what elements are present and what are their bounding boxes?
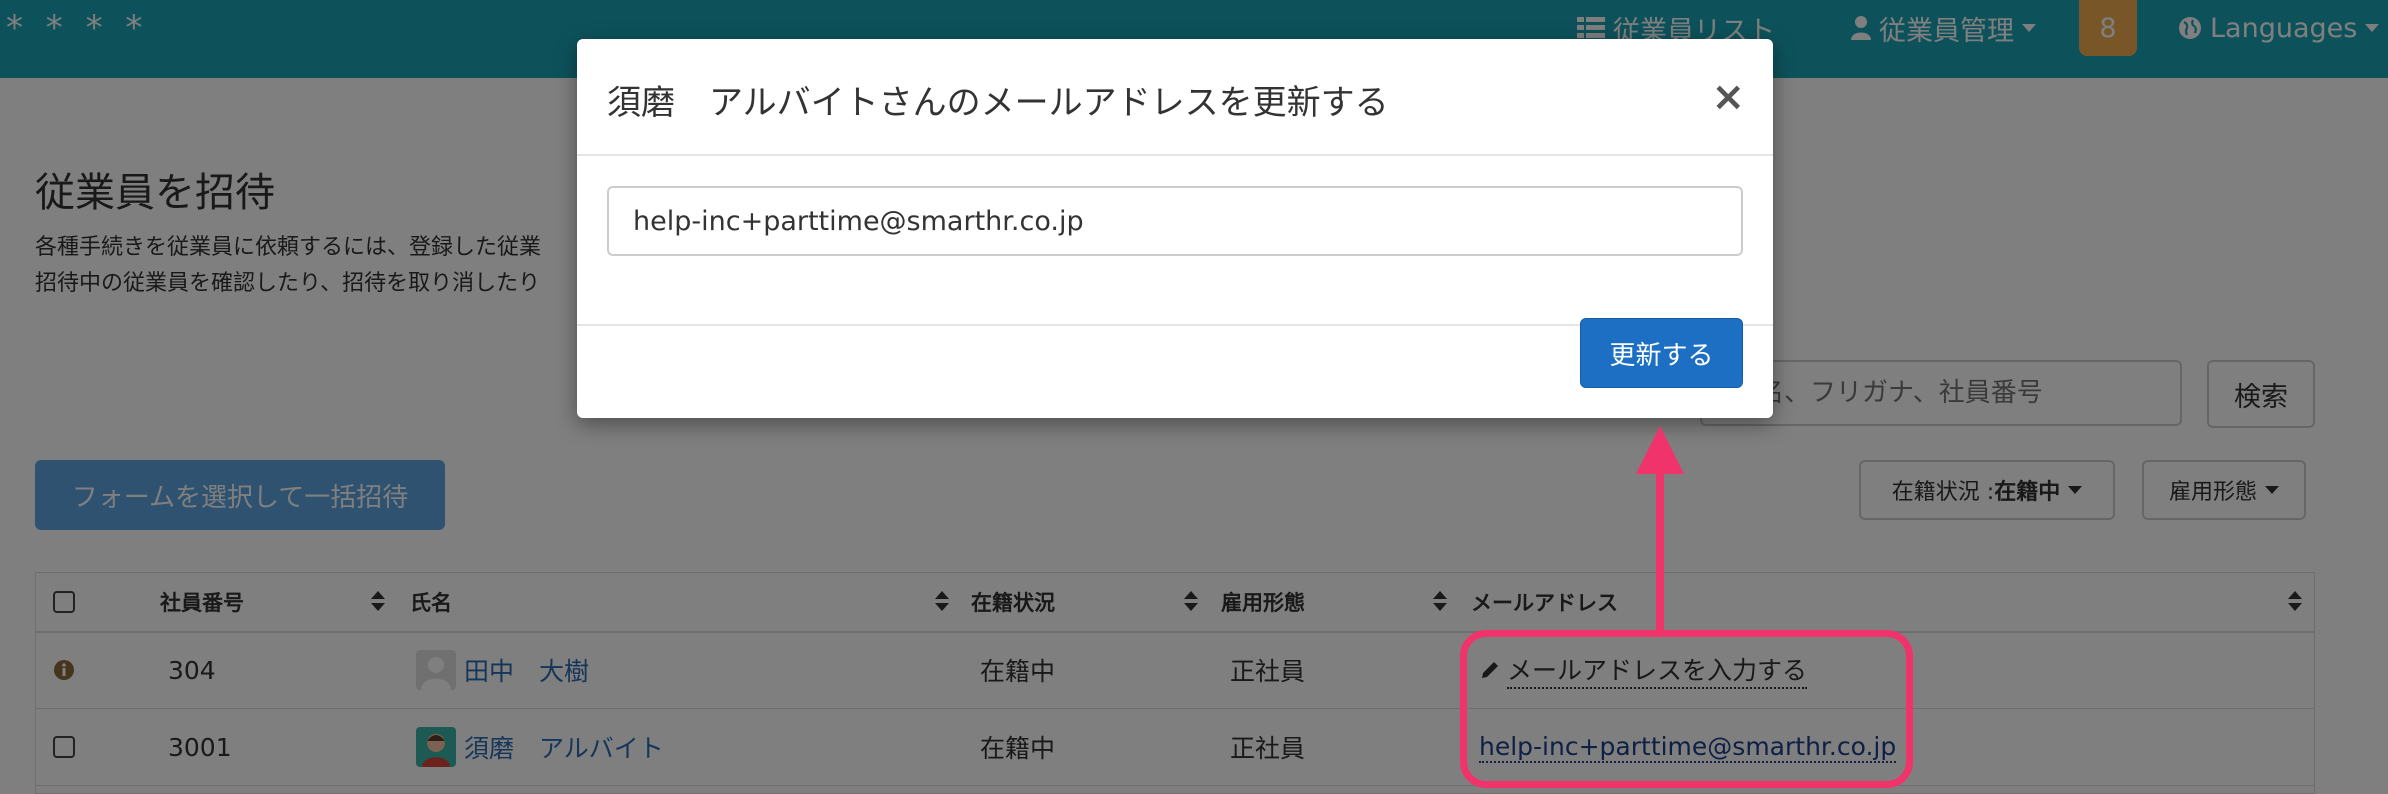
modal-title: 須磨 アルバイトさんのメールアドレスを更新する bbox=[607, 83, 1389, 123]
close-icon[interactable]: × bbox=[1711, 77, 1745, 117]
email-field[interactable] bbox=[607, 186, 1743, 256]
update-email-modal: 須磨 アルバイトさんのメールアドレスを更新する × 更新する bbox=[577, 39, 1773, 418]
update-button[interactable]: 更新する bbox=[1580, 318, 1743, 388]
modal-body bbox=[577, 156, 1773, 326]
annotation-highlight-box bbox=[1460, 630, 1913, 788]
modal-header: 須磨 アルバイトさんのメールアドレスを更新する × bbox=[577, 39, 1773, 156]
